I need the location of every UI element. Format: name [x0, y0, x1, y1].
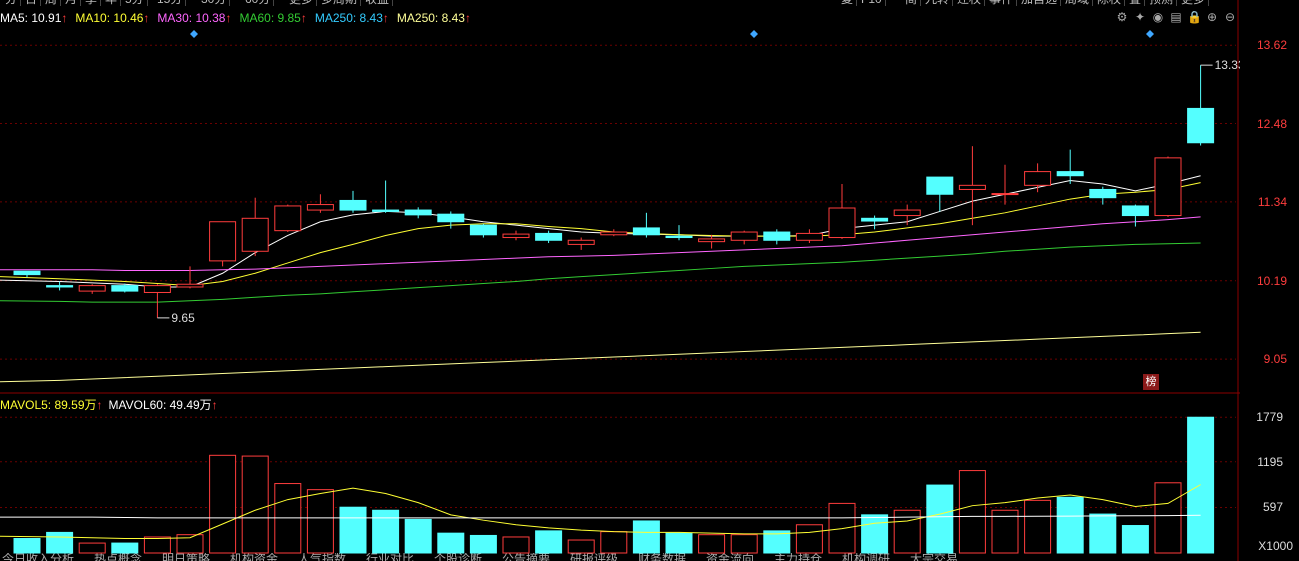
- candle-body: [567, 239, 595, 245]
- candle-body: [46, 285, 74, 288]
- candle-body: [13, 270, 41, 276]
- volume-bar: [861, 514, 889, 554]
- event-marker-icon: [190, 30, 198, 38]
- volume-bar: [143, 536, 171, 554]
- candle-body: [1187, 107, 1215, 144]
- volume-axis-tick: 597: [1262, 500, 1283, 515]
- volume-bar: [632, 520, 660, 554]
- candle-body: [78, 285, 106, 292]
- volume-bar: [78, 542, 106, 554]
- candle-body: [1121, 205, 1149, 217]
- candle-body: [632, 227, 660, 236]
- candle-body: [991, 193, 1019, 196]
- candle-body: [535, 232, 563, 241]
- candle-body: [176, 283, 204, 288]
- high-price-label: 13.33: [1215, 58, 1240, 72]
- volume-bar: [535, 530, 563, 554]
- volume-bar: [437, 532, 465, 554]
- price-axis-tick: 11.34: [1257, 194, 1287, 209]
- volume-bar: [1154, 482, 1182, 554]
- ma-line-ma250: [0, 331, 1201, 383]
- volume-bar: [1024, 499, 1052, 554]
- candle-body: [1024, 171, 1052, 186]
- candle-body: [339, 199, 367, 211]
- volume-bar: [665, 532, 693, 554]
- volume-bar: [469, 534, 497, 554]
- candlestick-chart[interactable]: 13.33 9.65: [0, 0, 1240, 561]
- candle-body: [274, 205, 302, 232]
- event-marker-icon: [1146, 30, 1154, 38]
- price-axis-tick: 12.48: [1256, 116, 1287, 131]
- volume-bar: [13, 538, 41, 554]
- volume-bar: [567, 539, 595, 554]
- mavol-line-mavol5: [0, 484, 1201, 539]
- candle-body: [926, 176, 954, 195]
- volume-bar: [698, 534, 726, 554]
- ma-line-ma60: [0, 242, 1201, 303]
- candle-body: [241, 217, 269, 252]
- candle-body: [698, 238, 726, 243]
- volume-bar: [111, 542, 139, 554]
- candle-body: [958, 184, 986, 190]
- volume-bar: [1089, 513, 1117, 554]
- volume-bar: [1121, 525, 1149, 554]
- candle-body: [469, 224, 497, 236]
- candle-body: [143, 285, 171, 293]
- volume-bar: [241, 455, 269, 554]
- volume-bar: [502, 536, 530, 554]
- candle-body: [828, 207, 856, 239]
- candle-body: [1056, 171, 1084, 177]
- volume-bar: [730, 534, 758, 554]
- price-axis-tick: 10.19: [1256, 273, 1287, 288]
- candle-body: [209, 221, 237, 262]
- mavol-line-mavol60: [0, 514, 1201, 519]
- candle-body: [730, 231, 758, 241]
- candle-body: [437, 213, 465, 223]
- volume-bar: [339, 506, 367, 554]
- volume-bar: [1056, 496, 1084, 554]
- volume-axis-tick: 1779: [1256, 410, 1283, 425]
- candle-body: [795, 232, 823, 241]
- candle-body: [372, 209, 400, 212]
- volume-bar: [600, 531, 628, 554]
- ma-line-ma30: [0, 216, 1201, 271]
- volume-bar: [404, 518, 432, 554]
- candle-body: [404, 209, 432, 216]
- volume-bar: [372, 509, 400, 554]
- candle-body: [111, 285, 139, 292]
- candle-body: [1154, 157, 1182, 217]
- volume-bar: [306, 489, 334, 554]
- volume-bar: [209, 454, 237, 554]
- volume-unit: X1000: [1258, 539, 1293, 553]
- candle-body: [893, 209, 921, 217]
- candle-body: [1089, 188, 1117, 199]
- low-price-label: 9.65: [171, 311, 195, 325]
- candle-body: [763, 231, 791, 241]
- price-axis-tick: 9.05: [1263, 352, 1287, 367]
- volume-bar: [958, 470, 986, 554]
- price-axis-tick: 13.62: [1256, 38, 1287, 53]
- candle-body: [861, 217, 889, 222]
- volume-bar: [926, 484, 954, 554]
- volume-bar: [795, 524, 823, 554]
- candle-body: [665, 235, 693, 239]
- candle-body: [306, 204, 334, 211]
- volume-axis-tick: 1195: [1257, 454, 1283, 469]
- event-marker-icon: [750, 30, 758, 38]
- candle-body: [600, 231, 628, 236]
- candle-body: [502, 233, 530, 239]
- volume-bar: [46, 531, 74, 554]
